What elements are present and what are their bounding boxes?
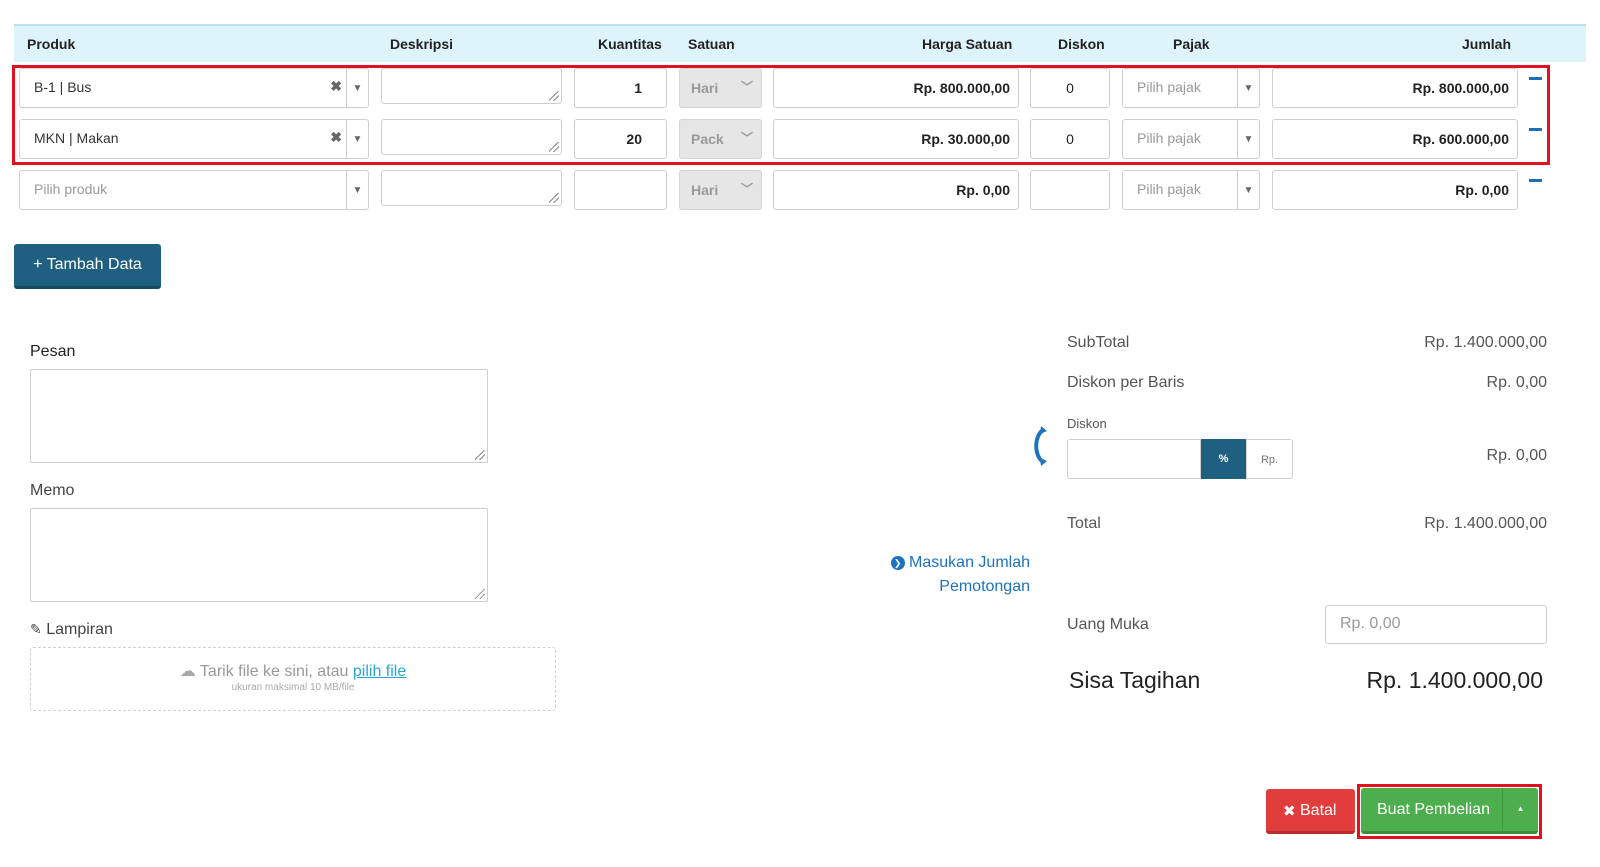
subtotal-value: Rp. 1.400.000,00: [1424, 334, 1547, 351]
dropzone-text-line: ☁ Tarik file ke sini, atau pilih file: [31, 661, 555, 681]
amount-field: Rp. 0,00: [1272, 170, 1518, 210]
highlight-rows: [12, 65, 1550, 165]
memo-textarea[interactable]: [30, 508, 488, 602]
quantity-field[interactable]: [574, 170, 667, 210]
discount-rp-button[interactable]: Rp.: [1246, 439, 1293, 479]
discount-percent-button[interactable]: %: [1201, 439, 1246, 479]
product-select[interactable]: Pilih produk ▼: [19, 170, 369, 210]
cancel-label: Batal: [1300, 802, 1337, 819]
pesan-textarea[interactable]: [30, 369, 488, 463]
file-dropzone[interactable]: ☁ Tarik file ke sini, atau pilih file uk…: [30, 647, 556, 711]
paperclip-icon: ✎: [30, 621, 42, 637]
col-produk: Produk: [27, 36, 76, 52]
row-discount-value: Rp. 0,00: [1486, 374, 1547, 391]
refresh-icon[interactable]: [1031, 426, 1049, 466]
col-pajak: Pajak: [1173, 36, 1210, 52]
deduction-link-line2: Pemotongan: [939, 578, 1030, 595]
product-placeholder: Pilih produk: [34, 181, 108, 197]
chevron-down-icon: ﹀: [740, 182, 753, 196]
add-data-button[interactable]: + Tambah Data: [14, 244, 161, 289]
tax-placeholder: Pilih pajak: [1137, 181, 1201, 197]
discount-label: Diskon: [1067, 416, 1107, 431]
remove-row-icon[interactable]: [1529, 179, 1542, 182]
tax-select[interactable]: Pilih pajak ▼: [1122, 170, 1260, 210]
price-value: Rp. 0,00: [956, 182, 1010, 198]
resize-handle-icon[interactable]: [549, 193, 559, 203]
balance-due-value: Rp. 1.400.000,00: [1366, 667, 1543, 693]
dropzone-hint: ukuran maksimal 10 MB/file: [231, 682, 355, 693]
memo-label: Memo: [30, 482, 75, 499]
total-value: Rp. 1.400.000,00: [1424, 515, 1547, 532]
discount-field[interactable]: [1030, 170, 1110, 210]
unit-select[interactable]: Hari ﹀: [679, 170, 762, 210]
chevron-down-icon[interactable]: ▼: [1237, 171, 1259, 209]
resize-handle-icon[interactable]: [475, 450, 485, 460]
resize-handle-icon[interactable]: [475, 589, 485, 599]
down-payment-placeholder: Rp. 0,00: [1340, 615, 1401, 632]
choose-file-link[interactable]: pilih file: [353, 663, 406, 680]
col-deskripsi: Deskripsi: [390, 36, 454, 52]
table-header: Produk Deskripsi Kuantitas Satuan Harga …: [14, 24, 1586, 62]
unit-value: Hari: [691, 182, 719, 198]
deduction-link-line1: Masukan Jumlah: [909, 554, 1030, 571]
down-payment-label: Uang Muka: [1067, 616, 1149, 633]
down-payment-input[interactable]: Rp. 0,00: [1325, 605, 1547, 644]
discount-input[interactable]: [1067, 439, 1201, 479]
cloud-upload-icon: ☁: [179, 663, 196, 680]
col-satuan: Satuan: [688, 36, 735, 52]
lampiran-heading: ✎ Lampiran: [30, 621, 113, 639]
col-harga-satuan: Harga Satuan: [922, 36, 1013, 52]
row-discount-label: Diskon per Baris: [1067, 374, 1185, 391]
discount-value: Rp. 0,00: [1486, 447, 1547, 464]
amount-value: Rp. 0,00: [1455, 182, 1509, 198]
lampiran-label: Lampiran: [46, 621, 113, 638]
balance-due-label: Sisa Tagihan: [1069, 667, 1201, 693]
col-jumlah: Jumlah: [1462, 36, 1512, 52]
col-kuantitas: Kuantitas: [598, 36, 662, 52]
total-label: Total: [1067, 515, 1101, 532]
description-field[interactable]: [381, 170, 562, 206]
chevron-down-icon[interactable]: ▼: [346, 171, 368, 209]
close-icon: ✖: [1283, 803, 1296, 820]
deduction-link[interactable]: ❯ Masukan Jumlah Pemotongan: [884, 551, 1030, 599]
chevron-right-circle-icon: ❯: [890, 556, 905, 570]
pesan-label: Pesan: [30, 343, 76, 360]
subtotal-label: SubTotal: [1067, 334, 1130, 351]
price-field[interactable]: Rp. 0,00: [773, 170, 1019, 210]
highlight-create-button: [1357, 784, 1542, 839]
dropzone-text: Tarik file ke sini, atau: [199, 663, 353, 680]
cancel-button[interactable]: ✖ Batal: [1266, 789, 1355, 834]
col-diskon: Diskon: [1058, 36, 1105, 52]
